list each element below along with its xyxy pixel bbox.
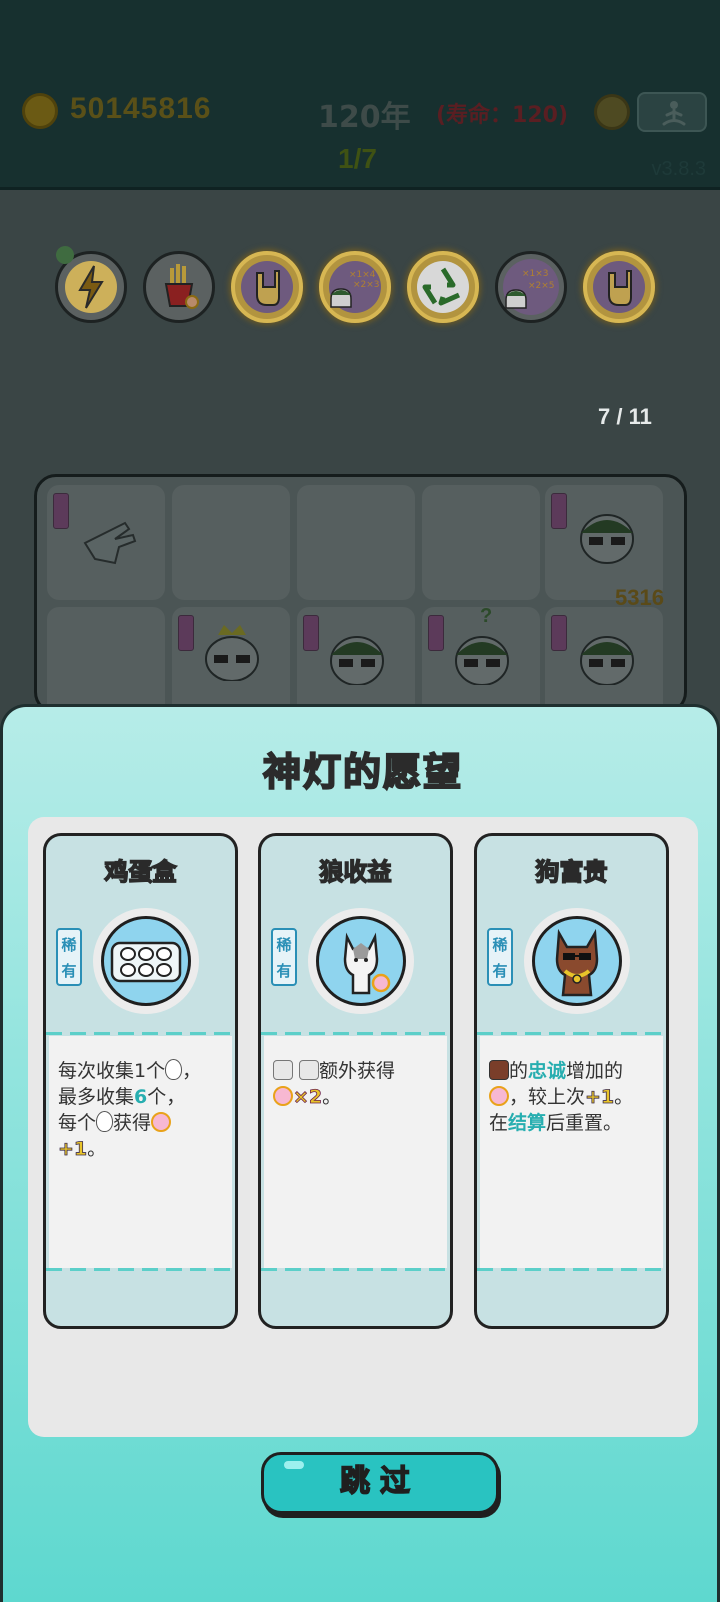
tag-badge <box>303 615 319 651</box>
relic-fries[interactable] <box>143 251 215 323</box>
board-cell[interactable] <box>545 485 663 600</box>
skip-button-label: 跳过 <box>339 1463 420 1500</box>
card-description: 额外获得 ×2。 <box>273 1058 443 1110</box>
fries-icon <box>164 264 199 309</box>
divider <box>477 1032 666 1035</box>
choice-card-rich-dog[interactable]: 狗富贵 稀有 的忠诚增加的 ，较上次+1。 在结算后重置。 <box>474 833 669 1329</box>
tag-badge <box>178 615 194 651</box>
button-shine <box>284 1461 304 1469</box>
divider <box>261 1268 450 1271</box>
crowned-pet-icon <box>299 1060 320 1080</box>
board-value: 5316 <box>615 585 664 610</box>
card-art <box>308 908 414 1014</box>
card-title: 鸡蛋盒 <box>104 857 178 887</box>
guy-face-icon <box>580 636 634 685</box>
rarity-badge: 稀有 <box>487 928 513 986</box>
math-head-icon: ×1×3 ×2×5 <box>503 259 559 315</box>
math-head-icon: ×1×4 ×2×3 <box>329 261 381 313</box>
coin-amount: 50145816 <box>70 92 212 125</box>
heart-coin-icon <box>489 1086 509 1106</box>
board-cell[interactable] <box>422 485 540 600</box>
heart-coin-icon <box>151 1112 172 1132</box>
svg-text:×2×3: ×2×3 <box>353 280 380 290</box>
year-counter: 120年 <box>318 100 411 135</box>
choice-card-wolf-profit[interactable]: 狼收益 稀有 额外获得 ×2。 <box>258 833 453 1329</box>
divider <box>46 1268 235 1271</box>
hand-icon <box>83 521 137 565</box>
relic-rock-hand-2[interactable] <box>583 251 655 323</box>
king-face-icon <box>205 625 259 681</box>
guy-face-icon <box>580 514 634 564</box>
lifespan-label: (寿命：120) <box>436 103 569 128</box>
card-description: 的忠诚增加的 ，较上次+1。 在结算后重置。 <box>489 1060 634 1134</box>
lightning-icon <box>65 261 117 313</box>
rich-dog-icon <box>555 928 599 997</box>
version-label: v3.8.3 <box>651 158 706 180</box>
svg-text:×1×3: ×1×3 <box>522 269 549 279</box>
card-title: 狼收益 <box>319 857 393 887</box>
rarity-badge: 稀有 <box>56 928 82 986</box>
card-description: 每次收集1个， 最多收集6个， 每个 获得 +1。 <box>58 1059 202 1160</box>
tag-badge <box>428 615 444 651</box>
board-cell[interactable] <box>47 485 165 600</box>
wolf-icon <box>343 932 391 995</box>
relic-math-head[interactable]: ×1×4 ×2×3 <box>319 251 391 323</box>
board-cell[interactable] <box>172 485 290 600</box>
progress-count: 7 / 11 <box>598 404 652 429</box>
svg-text:×2×5: ×2×5 <box>528 281 555 291</box>
question-mark: ? <box>480 605 493 627</box>
card-art <box>524 908 630 1014</box>
divider <box>46 1032 235 1035</box>
card-title: 狗富贵 <box>535 857 609 887</box>
card-art <box>93 908 199 1014</box>
heart-coin-icon <box>273 1086 293 1106</box>
meditation-icon <box>662 101 686 126</box>
skip-button[interactable]: 跳过 <box>261 1452 499 1514</box>
choice-panel: 鸡蛋盒 稀有 每次收集1个 ， 最多收集6个， 每个 获得 +1。 狼收益 稀有… <box>28 817 698 1514</box>
guy-face-icon <box>330 636 384 685</box>
dog-icon <box>489 1060 509 1080</box>
tag-badge <box>551 615 567 651</box>
relic-recycle[interactable] <box>407 251 479 323</box>
relic-rock-hand[interactable] <box>231 251 303 323</box>
coin-icon <box>22 93 58 129</box>
tag-badge <box>551 493 567 529</box>
egg-icon <box>165 1059 183 1080</box>
guy-face-icon <box>455 636 509 685</box>
choice-card-egg-carton[interactable]: 鸡蛋盒 稀有 每次收集1个 ， 最多收集6个， 每个 获得 +1。 <box>43 833 238 1329</box>
meditate-button[interactable] <box>637 92 707 132</box>
top-bar: 50145816 120年 (寿命：120) 1/7 v3.8.3 <box>0 0 720 190</box>
recycle-icon <box>417 261 469 313</box>
svg-text:×1×4: ×1×4 <box>349 270 376 280</box>
board-cell[interactable] <box>297 485 415 600</box>
medal-icon[interactable] <box>594 94 630 130</box>
divider <box>261 1032 450 1035</box>
egg-icon <box>96 1111 114 1132</box>
game-board <box>34 474 687 722</box>
rock-hand-icon <box>593 261 645 313</box>
tag-badge <box>53 493 69 529</box>
wish-modal: 神灯的愿望 鸡蛋盒 稀有 每次收集1个 ， 最多收集6个， 每个 获得 +1。 … <box>0 704 720 1602</box>
cat-icon <box>273 1060 293 1080</box>
modal-title: 神灯的愿望 <box>262 749 463 795</box>
rock-hand-icon <box>241 261 293 313</box>
egg-carton-icon <box>110 941 182 983</box>
relic-math-head-2[interactable]: ×1×3 ×2×5 <box>495 251 567 323</box>
divider <box>477 1268 666 1271</box>
rarity-badge: 稀有 <box>271 928 297 986</box>
round-counter: 1/7 <box>338 143 377 174</box>
